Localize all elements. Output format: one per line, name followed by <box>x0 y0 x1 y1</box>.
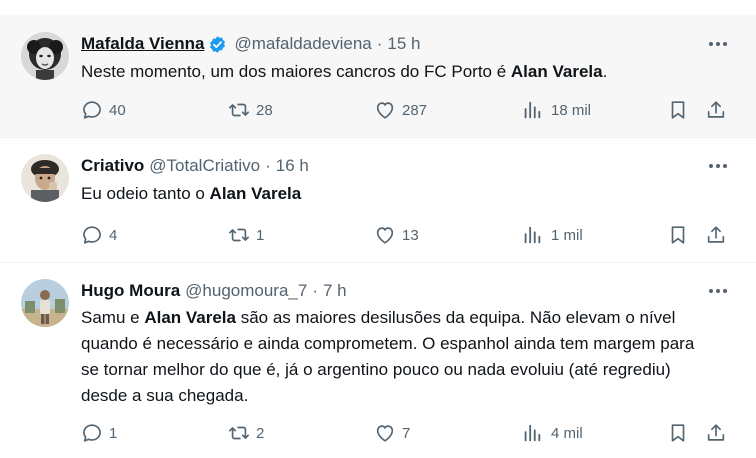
retweet-count: 1 <box>256 226 265 244</box>
like-button[interactable]: 7 <box>374 420 410 446</box>
tweet[interactable]: Criativo @TotalCriativo · 16 h Eu odeio … <box>0 138 756 263</box>
separator-dot: · <box>312 281 318 300</box>
mention-highlight: Alan Varela <box>510 62 603 81</box>
bookmark-icon <box>671 226 685 244</box>
share-button[interactable] <box>705 222 727 248</box>
separator-dot: · <box>265 156 271 175</box>
like-button[interactable]: 287 <box>374 97 427 123</box>
reply-button[interactable]: 4 <box>81 222 117 248</box>
views-count: 18 mil <box>551 101 592 119</box>
timestamp[interactable]: 15 h <box>387 34 420 54</box>
reply-count: 1 <box>109 424 118 442</box>
tweet[interactable]: Hugo Moura @hugomoura_7 · 7 h Samu e Ala… <box>0 263 756 458</box>
avatar[interactable] <box>21 154 69 202</box>
avatar-photo <box>21 32 69 80</box>
share-icon <box>707 226 725 243</box>
author-handle[interactable]: @TotalCriativo <box>149 156 260 176</box>
views-chart-icon <box>524 226 541 244</box>
author-name[interactable]: Criativo <box>81 156 144 176</box>
mention-highlight: Alan Varela <box>144 308 236 327</box>
bookmark-icon <box>671 424 685 442</box>
views-count: 4 mil <box>551 424 583 442</box>
views-button[interactable]: 4 mil <box>521 420 583 446</box>
more-options-icon[interactable] <box>706 155 730 177</box>
tweet-text: Eu odeio tanto o Alan Varela <box>81 181 711 207</box>
reply-count: 40 <box>109 101 126 119</box>
avatar[interactable] <box>21 279 69 327</box>
retweet-button[interactable]: 1 <box>228 222 264 248</box>
heart-icon <box>376 227 394 244</box>
timestamp[interactable]: 7 h <box>323 281 347 301</box>
like-count: 7 <box>402 424 411 442</box>
bookmark-button[interactable] <box>667 97 689 123</box>
avatar-photo <box>21 279 69 327</box>
retweet-icon <box>229 426 249 440</box>
timestamp[interactable]: 16 h <box>276 156 309 176</box>
reply-count: 4 <box>109 226 118 244</box>
action-bar: 4 1 13 1 mil <box>0 222 756 248</box>
tweet-text-segment: Neste momento, um dos maiores cancros do… <box>81 62 511 81</box>
tweet-text: Samu e Alan Varela são as maiores desilu… <box>81 305 706 409</box>
author-handle[interactable]: @mafaldadeviena <box>234 34 371 54</box>
reply-icon <box>83 226 101 244</box>
tweet[interactable]: Mafalda Vienna @mafaldadeviena · 15 h Ne… <box>0 15 756 138</box>
share-icon <box>707 424 725 441</box>
tweet-text-segment: Eu odeio tanto o <box>81 184 210 203</box>
action-bar: 1 2 7 4 mil <box>0 420 756 446</box>
retweet-count: 28 <box>256 101 273 119</box>
tweet-text-segment: Samu e <box>81 308 145 327</box>
retweet-button[interactable]: 2 <box>228 420 264 446</box>
tweet-text: Neste momento, um dos maiores cancros do… <box>81 59 711 85</box>
heart-icon <box>376 425 394 442</box>
more-options-icon[interactable] <box>706 33 730 55</box>
like-count: 287 <box>402 101 428 119</box>
author-handle[interactable]: @hugomoura_7 <box>185 281 307 301</box>
heart-icon <box>376 102 394 119</box>
reply-icon <box>83 424 101 442</box>
reply-button[interactable]: 1 <box>81 420 117 446</box>
verified-badge-icon <box>208 35 227 54</box>
tweet-text-segment: . <box>602 62 608 81</box>
views-button[interactable]: 1 mil <box>521 222 583 248</box>
mention-highlight: Alan Varela <box>209 184 302 203</box>
bookmark-button[interactable] <box>667 222 689 248</box>
author-name[interactable]: Hugo Moura <box>81 281 180 301</box>
more-options-icon[interactable] <box>706 280 730 302</box>
like-button[interactable]: 13 <box>374 222 419 248</box>
views-count: 1 mil <box>551 226 583 244</box>
views-button[interactable]: 18 mil <box>521 97 591 123</box>
retweet-button[interactable]: 28 <box>228 97 273 123</box>
bookmark-icon <box>671 101 685 119</box>
like-count: 13 <box>402 226 419 244</box>
separator-dot: · <box>376 34 383 53</box>
avatar[interactable] <box>21 32 69 80</box>
action-bar: 40 28 287 18 mil <box>0 97 756 123</box>
avatar-photo <box>21 154 69 202</box>
bookmark-button[interactable] <box>667 420 689 446</box>
author-name[interactable]: Mafalda Vienna <box>81 34 204 54</box>
share-icon <box>707 101 725 118</box>
retweet-count: 2 <box>256 424 265 442</box>
reply-icon <box>83 101 101 119</box>
views-chart-icon <box>524 424 541 442</box>
views-chart-icon <box>524 101 541 119</box>
reply-button[interactable]: 40 <box>81 97 126 123</box>
share-button[interactable] <box>705 420 727 446</box>
share-button[interactable] <box>705 97 727 123</box>
retweet-icon <box>229 103 249 117</box>
retweet-icon <box>229 228 249 242</box>
